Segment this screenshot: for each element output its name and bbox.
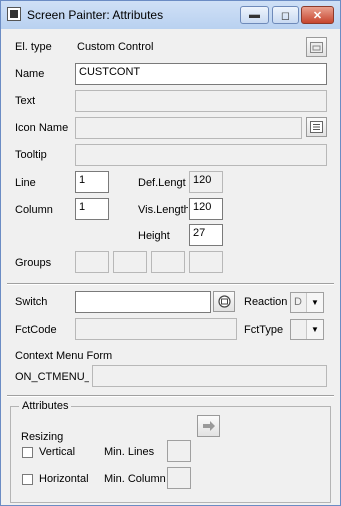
separator-lower: [7, 395, 334, 397]
min-columns-label: Min. Columns: [104, 473, 166, 485]
text-input[interactable]: [75, 90, 327, 112]
vis-length-input[interactable]: 120: [189, 198, 223, 220]
tooltip-input[interactable]: [75, 144, 327, 166]
title-bar[interactable]: Screen Painter: Attributes ▬ ◻ ✕: [1, 1, 340, 29]
group-3-input[interactable]: [151, 251, 185, 273]
horizontal-checkbox[interactable]: [22, 474, 33, 485]
icon-picker-button[interactable]: [306, 117, 327, 137]
context-menu-label: Context Menu Form: [15, 350, 113, 362]
fctcode-label: FctCode: [15, 324, 57, 336]
chevron-down-icon: ▼: [306, 320, 323, 339]
min-lines-label: Min. Lines: [104, 446, 155, 458]
restore-button[interactable]: ◻: [272, 6, 299, 24]
switch-picker-button[interactable]: [213, 291, 235, 312]
el-type-value: Custom Control: [77, 41, 154, 53]
fcttype-select[interactable]: ▼: [290, 319, 324, 340]
min-columns-input[interactable]: [167, 467, 191, 489]
horizontal-label: Horizontal: [39, 473, 89, 485]
el-type-label: El. type: [15, 41, 52, 53]
def-length-label: Def.Lengt: [138, 177, 186, 189]
window-title: Screen Painter: Attributes: [27, 8, 164, 22]
switch-input[interactable]: [75, 291, 211, 313]
attributes-window: Screen Painter: Attributes ▬ ◻ ✕ El. typ…: [0, 0, 341, 506]
context-menu-input[interactable]: [92, 365, 327, 387]
name-input[interactable]: CUSTCONT: [75, 63, 327, 85]
min-lines-input[interactable]: [167, 440, 191, 462]
text-label: Text: [15, 95, 36, 107]
fcttype-label: FctType: [244, 324, 284, 336]
fctcode-input[interactable]: [75, 318, 237, 340]
icon-name-input[interactable]: [75, 117, 302, 139]
group-4-input[interactable]: [189, 251, 223, 273]
select-icon: [217, 295, 231, 308]
forward-button[interactable]: [197, 415, 220, 437]
height-label: Height: [138, 230, 170, 242]
column-label: Column: [15, 204, 53, 216]
element-type-icon: [310, 41, 323, 53]
line-label: Line: [15, 177, 36, 189]
right-arrow-icon: [202, 421, 215, 431]
minimize-button[interactable]: ▬: [240, 6, 269, 24]
separator-upper: [7, 283, 334, 285]
app-icon: [7, 7, 21, 21]
reaction-value: D: [294, 296, 302, 308]
group-1-input[interactable]: [75, 251, 109, 273]
close-button[interactable]: ✕: [301, 6, 334, 24]
icon-name-label: Icon Name: [15, 122, 69, 134]
height-input[interactable]: 27: [189, 224, 223, 246]
chevron-down-icon: ▼: [306, 293, 323, 312]
name-label: Name: [15, 68, 45, 80]
line-input[interactable]: 1: [75, 171, 109, 193]
list-icon: [310, 121, 323, 133]
element-type-button[interactable]: [306, 37, 327, 57]
resizing-label: Resizing: [21, 431, 64, 443]
vertical-checkbox[interactable]: [22, 447, 33, 458]
vis-length-label: Vis.Length: [138, 204, 188, 216]
reaction-select[interactable]: D ▼: [290, 292, 324, 313]
tooltip-label: Tooltip: [15, 149, 47, 161]
context-menu-prefix: ON_CTMENU_: [15, 371, 89, 383]
vertical-label: Vertical: [39, 446, 76, 458]
column-input[interactable]: 1: [75, 198, 109, 220]
group-2-input[interactable]: [113, 251, 147, 273]
reaction-label: Reaction: [244, 296, 288, 308]
attributes-group-title: Attributes: [19, 400, 72, 412]
def-length-value: 120: [189, 171, 223, 193]
groups-label: Groups: [15, 257, 52, 269]
switch-label: Switch: [15, 296, 48, 308]
